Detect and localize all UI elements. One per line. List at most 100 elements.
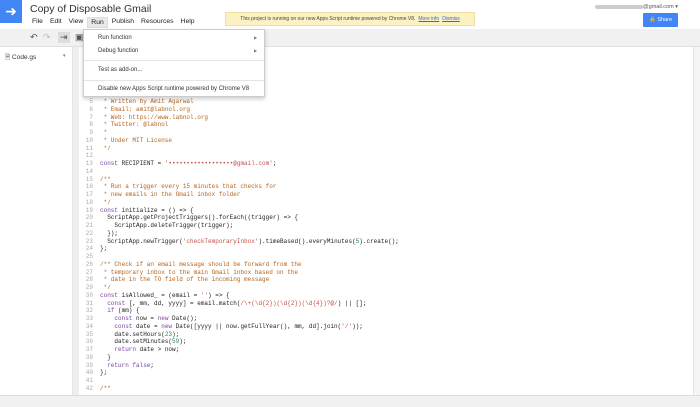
line-number: 35 [85, 330, 93, 338]
project-title[interactable]: Copy of Disposable Gmail [30, 3, 151, 15]
code-line[interactable]: 6 * Email: amit@labnol.org [79, 106, 399, 114]
scrollbar[interactable] [693, 47, 700, 395]
menu-resources[interactable]: Resources [138, 17, 177, 28]
code-token: ).create(); [359, 237, 399, 245]
code-token: ; [272, 160, 277, 167]
code-line[interactable]: 20 ScriptApp.getProjectTriggers().forEac… [79, 214, 399, 222]
code-line[interactable]: 29 */ [79, 284, 399, 292]
code-line[interactable]: 35 date.setHours(23); [79, 331, 399, 339]
code-line[interactable]: 33 const now = new Date(); [79, 315, 399, 323]
menu-file[interactable]: File [29, 17, 46, 28]
code-token: if [100, 307, 115, 315]
line-number: 7 [89, 113, 93, 121]
line-number: 36 [85, 338, 93, 346]
code-line[interactable]: 36 date.setMinutes(59); [79, 338, 399, 346]
menu-item-run-function[interactable]: Run function ▶ [98, 35, 257, 41]
code-token: const [100, 206, 119, 214]
code-token: const [100, 322, 133, 330]
code-line[interactable]: 10 * Under MIT License [79, 137, 399, 145]
line-number: 9 [89, 129, 93, 136]
undo-icon[interactable]: ↶ [30, 32, 38, 43]
menu-view[interactable]: View [66, 17, 87, 28]
line-number: 37 [85, 346, 93, 353]
code-line[interactable]: 41 [79, 377, 399, 385]
code-line[interactable]: 9 * [79, 129, 399, 137]
menu-item-test-as-add-on[interactable]: Test as add-on... [98, 67, 142, 73]
menu-edit[interactable]: Edit [47, 17, 65, 28]
code-token: now = [132, 315, 158, 322]
account-menu[interactable]: @gmail.com ▾ [595, 4, 678, 10]
code-token: ); [179, 338, 187, 346]
code-line[interactable]: 21 ScriptApp.deleteTrigger(trigger); [79, 222, 399, 230]
code-token: return [100, 346, 137, 353]
code-line[interactable]: 24}; [79, 245, 399, 253]
code-token: ).timeBased().everyMinutes( [258, 237, 356, 245]
apps-script-logo-icon[interactable]: ➜ [0, 0, 22, 23]
code-line[interactable]: 26 /** Check if an email message should b… [79, 261, 399, 269]
menu-item-debug-function[interactable]: Debug function ▶ [98, 48, 257, 54]
submenu-arrow-icon: ▶ [254, 48, 258, 53]
code-line[interactable]: 34 const date = new Date([yyyy || now.ge… [79, 323, 399, 331]
redo-icon[interactable]: ↷ [43, 32, 51, 43]
code-line[interactable]: 19 const initialize = () => { [79, 207, 399, 215]
code-line[interactable]: 32 if (mm) { [79, 307, 399, 315]
menu-publish[interactable]: Publish [109, 17, 137, 28]
code-line[interactable]: 42 /** [79, 385, 399, 393]
share-button[interactable]: 🔒 Share [643, 13, 678, 27]
menu-help[interactable]: Help [178, 17, 198, 28]
code-line[interactable]: 28 * date in the TO field of the incomin… [79, 276, 399, 284]
code-line[interactable]: 31 const [, mm, dd, yyyy] = email.match(… [79, 300, 399, 308]
menu-bar: File Edit View Run Publish Resources Help [29, 17, 199, 28]
code-line[interactable]: 16 * Run a trigger every 15 minutes that… [79, 183, 399, 191]
line-number: 8 [89, 121, 93, 129]
code-token: * Email: amit@labnol.org [100, 105, 191, 113]
line-number: 32 [85, 307, 93, 315]
code-line[interactable]: 5 * Written by Amit Agarwal [79, 98, 399, 106]
line-number: 41 [85, 377, 93, 384]
code-line[interactable]: 23 ScriptApp.newTrigger('checkTemporaryI… [79, 238, 399, 246]
more-info-link[interactable]: More info [418, 16, 439, 22]
code-token: date.setMinutes( [100, 338, 173, 346]
code-token: /\+(\d{2})(\d{2})(\d{4})?@/ [240, 299, 338, 307]
code-token: isAllowed_ = (email = [118, 291, 201, 299]
menu-item-disable-v8[interactable]: Disable new Apps Script runtime powered … [98, 86, 249, 92]
line-number: 22 [85, 229, 93, 237]
chevron-down-icon[interactable]: ▾ [63, 53, 66, 59]
code-line[interactable]: 18 */ [79, 199, 399, 207]
file-sidebar: 🗎 Code.gs ▾ [0, 47, 73, 395]
file-code-gs[interactable]: 🗎 Code.gs ▾ [5, 53, 66, 64]
code-content[interactable]: 5 * Written by Amit Agarwal 6 * Email: am… [79, 98, 399, 393]
banner-text: This project is running on our new Apps … [240, 16, 416, 22]
code-token: const [100, 299, 126, 307]
code-line[interactable]: 7 * Web: https://www.labnol.org [79, 114, 399, 122]
code-line[interactable]: 8 * Twitter: @labnol [79, 121, 399, 129]
code-line[interactable]: 38 } [79, 354, 399, 362]
line-number: 29 [85, 284, 93, 291]
file-icon: 🗎 [5, 54, 11, 61]
code-line[interactable]: 14 [79, 168, 399, 176]
code-token: /** [100, 175, 111, 183]
code-line[interactable]: 13 const RECIPIENT = '••••••••••••••••••@… [79, 160, 399, 168]
code-line[interactable]: 37 return date > now; [79, 346, 399, 354]
line-number: 40 [85, 369, 93, 377]
code-token: initialize = () => { [118, 206, 194, 214]
dismiss-link[interactable]: Dismiss [442, 16, 460, 22]
code-line[interactable]: 17 * new emails in the Gmail inbox folde… [79, 191, 399, 199]
code-line[interactable]: 39 return false; [79, 362, 399, 370]
line-number: 31 [85, 299, 93, 307]
menu-divider [84, 80, 264, 81]
code-token: ); [172, 330, 180, 338]
code-line[interactable]: 12 [79, 152, 399, 160]
code-line[interactable]: 11 */ [79, 145, 399, 153]
line-number: 6 [89, 105, 93, 113]
code-token: RECIPIENT = [118, 160, 165, 167]
line-number: 39 [85, 361, 93, 369]
code-line[interactable]: 30 const isAllowed_ = (email = '') => { [79, 292, 399, 300]
code-line[interactable]: 22 }); [79, 230, 399, 238]
menu-run[interactable]: Run [87, 17, 108, 28]
code-line[interactable]: 15 /** [79, 176, 399, 184]
indent-icon[interactable]: ⇥ [58, 32, 70, 43]
code-line[interactable]: 40}; [79, 369, 399, 377]
code-line[interactable]: 27 * temporary inbox to the main Gmail i… [79, 269, 399, 277]
code-line[interactable]: 25 [79, 253, 399, 261]
